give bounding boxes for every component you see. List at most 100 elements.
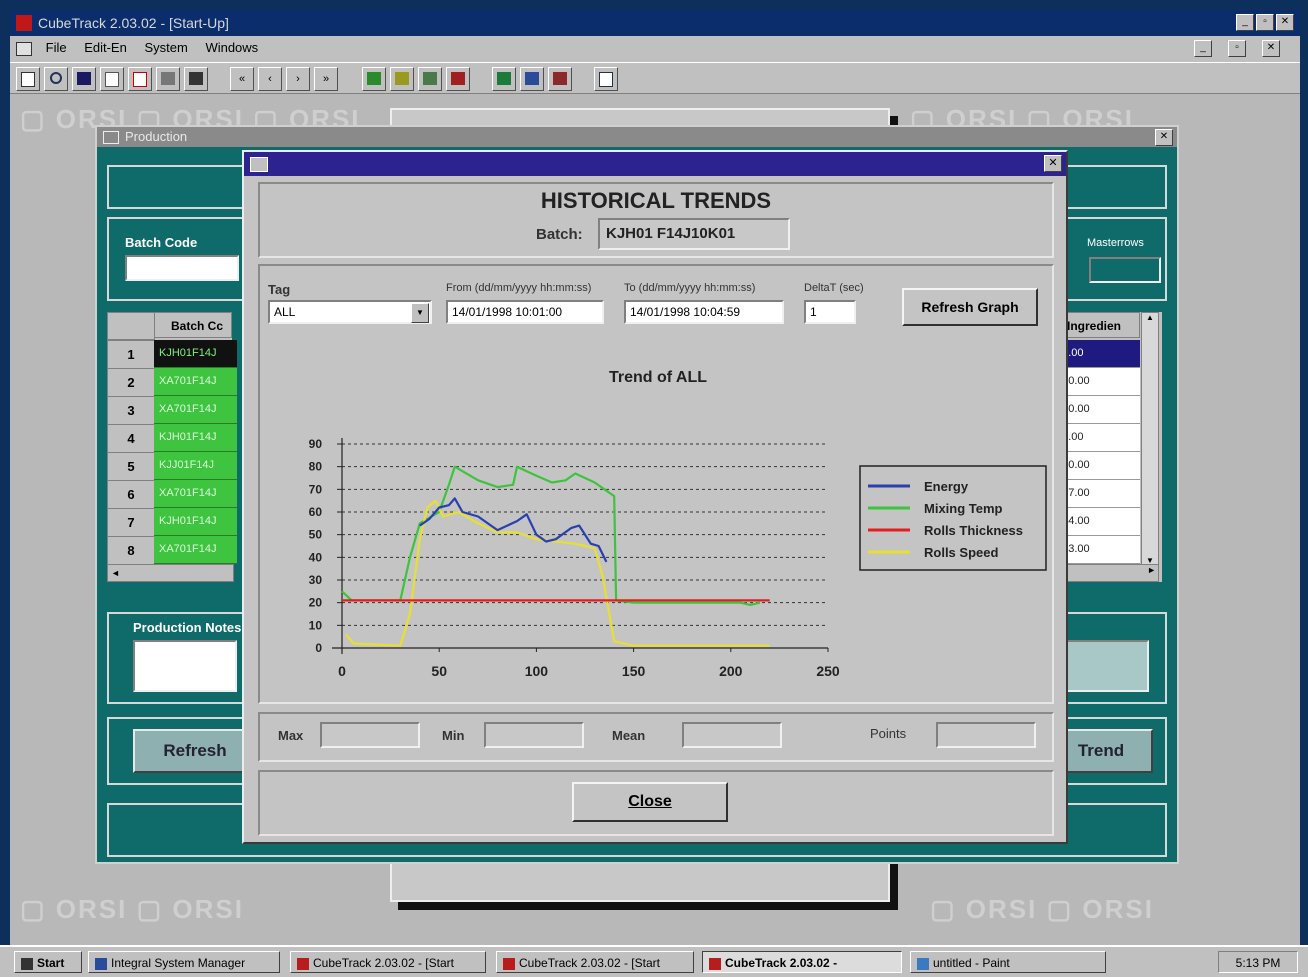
- report-icon[interactable]: [594, 67, 618, 91]
- historical-trends-dialog: ✕ HISTORICAL TRENDS Batch: KJH01 F14J10K…: [242, 150, 1068, 844]
- production-title: Production: [125, 129, 188, 144]
- delta-t-input[interactable]: 1: [804, 300, 856, 324]
- dialog-button-group: Close: [258, 770, 1054, 836]
- grid-row-number[interactable]: 2: [107, 368, 155, 397]
- x-tick-label: 200: [719, 663, 743, 679]
- previous-record-icon[interactable]: ‹: [258, 67, 282, 91]
- close-button[interactable]: Close: [572, 782, 728, 822]
- from-date-input[interactable]: 14/01/1998 10:01:00: [446, 300, 604, 324]
- toolbar: « ‹ › »: [10, 62, 1300, 94]
- taskbar-item[interactable]: CubeTrack 2.03.02 - [Start: [496, 951, 694, 973]
- grid-row-number[interactable]: 8: [107, 536, 155, 565]
- grid-cell-batch-code[interactable]: XA701F14J: [154, 396, 237, 424]
- grid-green-icon[interactable]: [362, 67, 386, 91]
- grid-row-number[interactable]: 3: [107, 396, 155, 425]
- last-record-icon[interactable]: »: [314, 67, 338, 91]
- scroll-up-icon[interactable]: ▲: [1142, 313, 1158, 322]
- taskbar-item-active[interactable]: CubeTrack 2.03.02 -: [702, 951, 902, 973]
- system-manager-icon: [95, 957, 107, 970]
- menu-windows[interactable]: Windows: [205, 40, 258, 55]
- grid-cell-batch-code[interactable]: XA701F14J: [154, 536, 237, 564]
- taskbar-item-label: Integral System Manager: [111, 956, 246, 970]
- taskbar-item[interactable]: CubeTrack 2.03.02 - [Start: [290, 951, 486, 973]
- grid-red-icon[interactable]: [446, 67, 470, 91]
- production-notes-scroll-area[interactable]: [1059, 640, 1149, 692]
- horizontal-scrollbar-right[interactable]: ►: [1052, 564, 1159, 582]
- menu-system[interactable]: System: [144, 40, 187, 55]
- minimize-icon[interactable]: _: [1236, 14, 1254, 31]
- max-value-field: [320, 722, 420, 748]
- chart-red-icon[interactable]: [548, 67, 572, 91]
- windows-logo-icon: [21, 957, 33, 970]
- mean-label: Mean: [612, 728, 646, 743]
- taskbar-item-label: CubeTrack 2.03.02 - [Start: [313, 956, 454, 970]
- y-tick-label: 90: [309, 437, 323, 451]
- taskbar-item[interactable]: Integral System Manager: [88, 951, 280, 973]
- to-date-input[interactable]: 14/01/1998 10:04:59: [624, 300, 784, 324]
- batch-code-input[interactable]: [125, 255, 239, 281]
- tools-icon[interactable]: [156, 67, 180, 91]
- first-record-icon[interactable]: «: [230, 67, 254, 91]
- dialog-header-group: HISTORICAL TRENDS Batch: KJH01 F14J10K01: [258, 182, 1054, 258]
- grid-row-number[interactable]: 1: [107, 340, 155, 369]
- child-minimize-icon[interactable]: _: [1194, 40, 1212, 57]
- document-menu-icon[interactable]: [16, 41, 32, 56]
- delta-t-label: DeltaT (sec): [804, 282, 864, 294]
- grid-row-number[interactable]: 4: [107, 424, 155, 453]
- horizontal-scrollbar[interactable]: ◄: [107, 564, 234, 582]
- chart-green-icon[interactable]: [492, 67, 516, 91]
- grid-cell-batch-code[interactable]: KJH01F14J: [154, 340, 237, 368]
- scroll-left-icon[interactable]: ◄: [108, 568, 120, 578]
- refresh-button[interactable]: Refresh: [133, 729, 257, 773]
- tag-select[interactable]: ALL ▼: [268, 300, 432, 324]
- print-icon[interactable]: [184, 67, 208, 91]
- grid-cell-batch-code[interactable]: KJH01F14J: [154, 424, 237, 452]
- main-titlebar: CubeTrack 2.03.02 - [Start-Up] _ ▫ ✕: [10, 10, 1300, 36]
- menu-edit[interactable]: Edit-En: [84, 40, 127, 55]
- dialog-system-icon[interactable]: [250, 157, 268, 172]
- delete-icon[interactable]: [128, 67, 152, 91]
- grid-row-number[interactable]: 5: [107, 452, 155, 481]
- production-notes-input[interactable]: [133, 640, 237, 692]
- chart-title: Trend of ALL: [609, 369, 707, 386]
- scroll-right-icon[interactable]: ►: [1147, 565, 1156, 575]
- maximize-icon[interactable]: ▫: [1256, 14, 1274, 31]
- production-close-icon[interactable]: ✕: [1155, 129, 1173, 146]
- main-window-title: CubeTrack 2.03.02 - [Start-Up]: [38, 15, 229, 31]
- child-restore-icon[interactable]: ▫: [1228, 40, 1246, 57]
- form-icon[interactable]: [100, 67, 124, 91]
- x-tick-label: 100: [525, 663, 549, 679]
- taskbar-item[interactable]: untitled - Paint: [910, 951, 1106, 973]
- y-tick-label: 50: [309, 528, 323, 542]
- grid-cell-batch-code[interactable]: XA701F14J: [154, 368, 237, 396]
- batch-grid: Batch Cc 1 KJH01F14J 2 XA701F14J 3 XA701F14J 4…: [107, 312, 237, 582]
- chart-blue-icon[interactable]: [520, 67, 544, 91]
- grid-cell-batch-code[interactable]: KJH01F14J: [154, 508, 237, 536]
- grid-cell-batch-code[interactable]: XA701F14J: [154, 480, 237, 508]
- grid-yellow-icon[interactable]: [390, 67, 414, 91]
- find-icon[interactable]: [44, 67, 68, 91]
- close-icon[interactable]: ✕: [1276, 14, 1294, 31]
- grid-row-number[interactable]: 7: [107, 508, 155, 537]
- vertical-scrollbar[interactable]: ▲ ▼: [1141, 312, 1159, 566]
- from-date-label: From (dd/mm/yyyy hh:mm:ss): [446, 282, 592, 294]
- y-tick-label: 70: [309, 482, 323, 496]
- grid-cell-batch-code[interactable]: KJJ01F14J: [154, 452, 237, 480]
- menu-file[interactable]: File: [46, 40, 67, 55]
- next-record-icon[interactable]: ›: [286, 67, 310, 91]
- tag-select-value: ALL: [274, 305, 296, 319]
- grid-row-number[interactable]: 6: [107, 480, 155, 509]
- grid-check-icon[interactable]: [418, 67, 442, 91]
- child-close-icon[interactable]: ✕: [1262, 40, 1280, 57]
- window-menu-icon[interactable]: [103, 131, 119, 144]
- chart-legend: Energy Mixing Temp Rolls Thickness Rolls Sp…: [859, 465, 1047, 571]
- legend-label: Energy: [924, 479, 969, 494]
- menu-bar: File Edit-En System Windows _ ▫ ✕: [10, 36, 1300, 60]
- save-icon[interactable]: [72, 67, 96, 91]
- start-button[interactable]: Start: [14, 951, 82, 973]
- chevron-down-icon[interactable]: ▼: [411, 303, 429, 323]
- ingredient-grid: Ingredien 93.00 120.00 130.00 87.00 240.00 18…: [1052, 312, 1162, 582]
- refresh-graph-button[interactable]: Refresh Graph: [902, 288, 1038, 326]
- dialog-close-icon[interactable]: ✕: [1044, 155, 1062, 172]
- new-document-icon[interactable]: [16, 67, 40, 91]
